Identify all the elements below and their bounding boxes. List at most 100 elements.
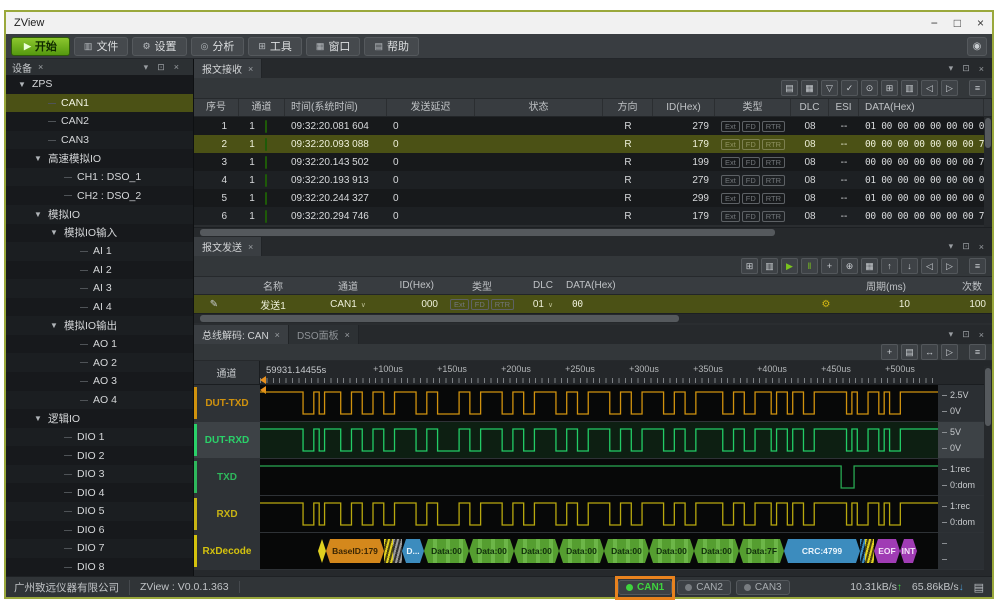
clear-icon[interactable]: ▦: [861, 258, 878, 274]
table-row[interactable]: 5 1 09:32:20.244 327 0 R 299 Ext FD R: [194, 189, 992, 207]
frame-settings-icon[interactable]: ⚙: [808, 299, 844, 310]
float-icon[interactable]: ⊡: [157, 62, 165, 73]
maximize-button[interactable]: □: [954, 17, 961, 29]
tree-item[interactable]: AO 2: [6, 353, 193, 372]
export-icon[interactable]: ▷: [941, 258, 958, 274]
decode-field-data[interactable]: Data:00: [469, 539, 514, 563]
close-button[interactable]: ×: [977, 17, 984, 29]
decode-field-data[interactable]: Data:00: [559, 539, 604, 563]
tree-item[interactable]: CAN2: [6, 112, 193, 131]
expand-arrow-icon[interactable]: ▼: [50, 321, 64, 330]
waveform-dut-txd[interactable]: [260, 385, 938, 421]
can3-indicator[interactable]: CAN3: [736, 580, 790, 595]
tab-dso-panel[interactable]: DSO面板 ×: [289, 325, 359, 344]
tab-close-icon[interactable]: ×: [248, 242, 253, 252]
table-row[interactable]: 3 1 09:32:20.143 502 0 R 199 Ext FD R: [194, 153, 992, 171]
decode-field-data[interactable]: Data:7F: [739, 539, 784, 563]
tree-item[interactable]: AO 1: [6, 335, 193, 354]
cursor-icon[interactable]: +: [881, 344, 898, 360]
expand-arrow-icon[interactable]: ▼: [50, 228, 64, 237]
tree-item[interactable]: CH2 : DSO_2: [6, 186, 193, 205]
tab-bus-decode[interactable]: 总线解码: CAN ×: [194, 325, 289, 344]
can1-indicator[interactable]: CAN1: [618, 580, 672, 595]
waveform-txd[interactable]: [260, 459, 938, 495]
decode-field-data[interactable]: Data:00: [649, 539, 694, 563]
tab-receive[interactable]: 报文接收 ×: [194, 59, 262, 78]
tab-close-icon[interactable]: ×: [248, 64, 253, 74]
decode-field-int[interactable]: INT: [900, 539, 917, 563]
send-frame-icon[interactable]: ✎: [194, 299, 234, 310]
timestamp-mode-icon[interactable]: ⊙: [861, 80, 878, 96]
analysis-button[interactable]: ◎ 分析: [191, 37, 245, 56]
decode-field-dlc[interactable]: D...: [402, 539, 424, 563]
tree-item[interactable]: AO 4: [6, 391, 193, 410]
decode-field-baseid[interactable]: BaseID:179: [326, 539, 384, 563]
expand-arrow-icon[interactable]: ▼: [34, 154, 48, 163]
tree-item[interactable]: DIO 1: [6, 428, 193, 447]
horizontal-zoom-icon[interactable]: ↔: [921, 344, 938, 360]
scroll-lock-icon[interactable]: ✓: [841, 80, 858, 96]
tree-item[interactable]: ▼ 高速模拟IO: [6, 149, 193, 168]
dlc-select[interactable]: 01∨: [520, 299, 566, 310]
table-row[interactable]: 2 1 09:32:20.093 088 0 R 179 Ext FD R: [194, 135, 992, 153]
snapshot-button[interactable]: ◉: [967, 37, 987, 56]
dropdown-icon[interactable]: ▾: [949, 241, 954, 252]
auto-scale-icon[interactable]: ▤: [901, 344, 918, 360]
tree-item[interactable]: DIO 3: [6, 465, 193, 484]
decode-result-track[interactable]: BaseID:179D...Data:00Data:00Data:00Data:…: [260, 533, 938, 569]
tree-item[interactable]: DIO 2: [6, 446, 193, 465]
pause-send-icon[interactable]: ‖: [801, 258, 818, 274]
float-icon[interactable]: ⊡: [962, 329, 970, 340]
menu-icon[interactable]: ≡: [969, 80, 986, 96]
decode-vscrollbar[interactable]: [984, 366, 992, 570]
dropdown-icon[interactable]: ▾: [949, 63, 954, 74]
tree-item[interactable]: ▼ 模拟IO: [6, 205, 193, 224]
tree-item[interactable]: ▼ 模拟IO输入: [6, 224, 193, 243]
column-settings-icon[interactable]: ▥: [901, 80, 918, 96]
decode-field-eof[interactable]: EOF: [874, 539, 900, 563]
tree-item[interactable]: ▼ 逻辑IO: [6, 409, 193, 428]
receive-vscrollbar[interactable]: [984, 117, 992, 227]
decode-marks[interactable]: [393, 539, 402, 563]
menu-icon[interactable]: ≡: [969, 344, 986, 360]
save-data-icon[interactable]: ▤: [781, 80, 798, 96]
channel-select[interactable]: CAN1∨: [312, 299, 384, 310]
send-hscrollbar[interactable]: [194, 313, 992, 323]
table-row[interactable]: 6 1 09:32:20.294 746 0 R 179 Ext FD R: [194, 207, 992, 225]
table-row[interactable]: 4 1 09:32:20.193 913 0 R 279 Ext FD R: [194, 171, 992, 189]
tools-button[interactable]: ⊞ 工具: [248, 37, 302, 56]
panel-close-icon[interactable]: ×: [979, 64, 984, 74]
import-icon[interactable]: ◁: [921, 258, 938, 274]
tree-item[interactable]: AI 4: [6, 298, 193, 317]
tree-item[interactable]: DIO 6: [6, 521, 193, 540]
decode-field-data[interactable]: Data:00: [604, 539, 649, 563]
tree-item[interactable]: ▼ 模拟IO输出: [6, 316, 193, 335]
decode-field-data[interactable]: Data:00: [514, 539, 559, 563]
float-icon[interactable]: ⊡: [962, 241, 970, 252]
table-row[interactable]: 1 1 09:32:20.081 604 0 R 279 Ext FD R: [194, 117, 992, 135]
id-display-icon[interactable]: ⊞: [881, 80, 898, 96]
tree-item[interactable]: ▼ ZPS: [6, 75, 193, 94]
start-send-icon[interactable]: ▶: [781, 258, 798, 274]
settings-button[interactable]: ⚙ 设置: [132, 37, 186, 56]
tab-close-icon[interactable]: ×: [275, 330, 280, 340]
expand-arrow-icon[interactable]: ▼: [18, 80, 32, 89]
filter-icon[interactable]: ▽: [821, 80, 838, 96]
panel-close-icon[interactable]: ×: [979, 330, 984, 340]
decode-marks[interactable]: [384, 539, 393, 563]
menu-icon[interactable]: ≡: [969, 258, 986, 274]
sidebar-tab-label[interactable]: 设备: [12, 60, 32, 75]
column-settings-icon[interactable]: ▥: [761, 258, 778, 274]
decode-field-data[interactable]: Data:00: [424, 539, 469, 563]
move-up-icon[interactable]: ↑: [881, 258, 898, 274]
import-icon[interactable]: ◁: [921, 80, 938, 96]
tree-item[interactable]: DIO 4: [6, 483, 193, 502]
tree-item[interactable]: AI 3: [6, 279, 193, 298]
sidebar-tab-close-icon[interactable]: ×: [38, 62, 43, 72]
help-button[interactable]: ▤ 帮助: [364, 37, 419, 56]
tree-item[interactable]: DIO 5: [6, 502, 193, 521]
tree-item[interactable]: AI 2: [6, 261, 193, 280]
send-table-row[interactable]: ✎ 发送1 CAN1∨ 000 Ext FD RTR 01∨ 00 ⚙ 10 1…: [194, 295, 992, 313]
export-icon[interactable]: ▷: [941, 80, 958, 96]
move-down-icon[interactable]: ↓: [901, 258, 918, 274]
